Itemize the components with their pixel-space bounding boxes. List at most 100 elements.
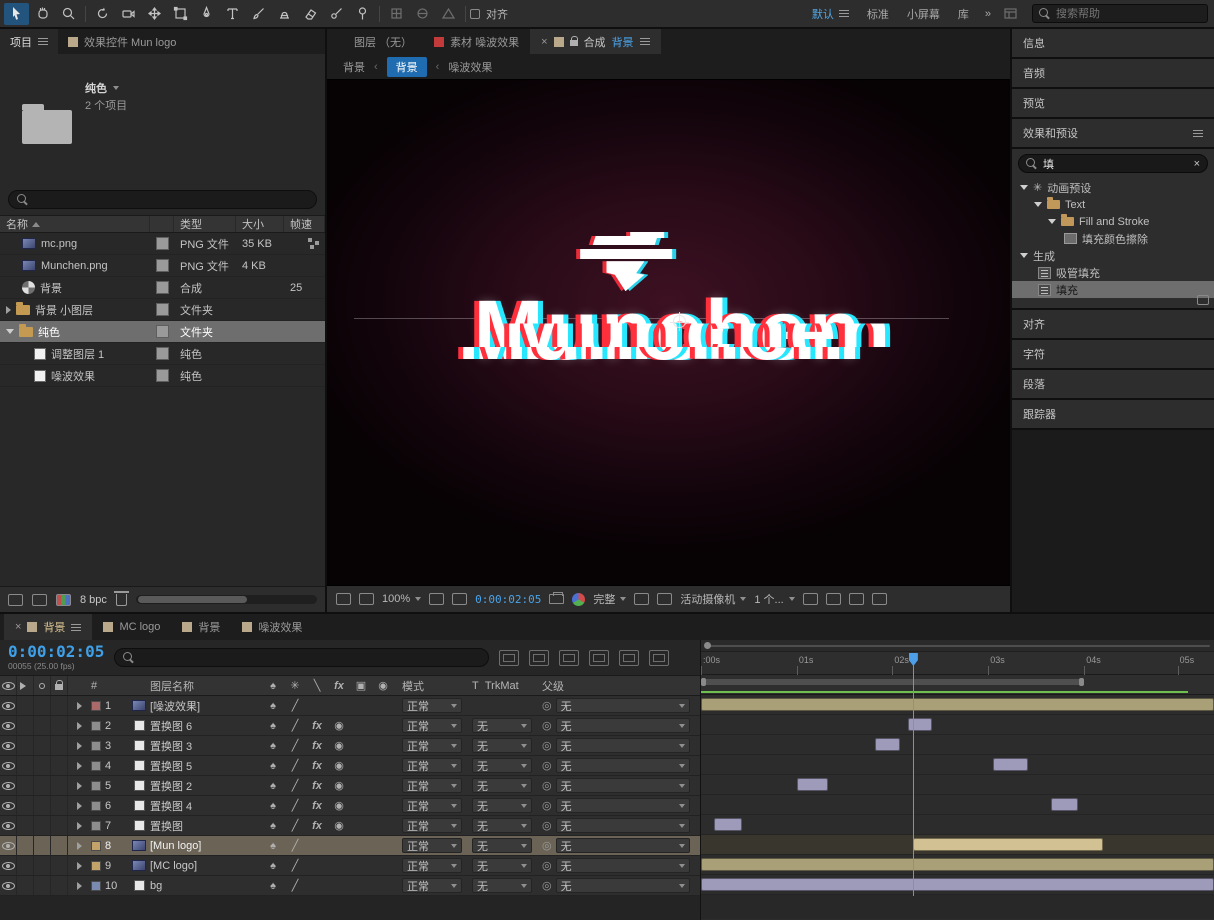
tree-item-text-folder[interactable]: Text [1012,196,1214,213]
pickwhip-icon[interactable]: ◎ [542,719,552,732]
breadcrumb-item[interactable]: 背景 [343,59,365,75]
layer-visibility-toggle[interactable] [0,736,17,755]
layer-visibility-toggle[interactable] [0,796,17,815]
layer-audio-toggle[interactable] [17,816,34,835]
blend-mode-select[interactable]: 正常 [402,838,462,853]
anchor-point-crosshair[interactable] [673,315,686,328]
type-tool-button[interactable] [220,3,245,25]
layer-label-chip[interactable] [91,741,101,751]
quality-switch[interactable]: ╱ [284,879,306,892]
panel-info[interactable]: 信息 [1012,29,1214,57]
column-mode[interactable]: 模式 [402,678,472,694]
layer-solo-toggle[interactable] [34,816,51,835]
snapshot-icon[interactable] [549,594,564,604]
timeline-layer-row[interactable]: 1 [噪波效果] ♠╱ 正常 ◎无 [0,696,700,716]
quality-switch[interactable]: ╱ [284,739,306,752]
active-camera-select[interactable]: 活动摄像机 [680,591,746,607]
project-row[interactable]: 噪波效果 纯色 [0,365,325,387]
layer-expander[interactable] [70,822,88,830]
quality-switch[interactable]: ╱ [284,799,306,812]
snapping-checkbox[interactable] [470,9,480,19]
blend-mode-select[interactable]: 正常 [402,858,462,873]
layer-expander[interactable] [70,802,88,810]
zoom-tool-button[interactable] [56,3,81,25]
fast-previews-icon[interactable] [872,593,887,605]
trkmat-select[interactable]: 无 [472,778,532,793]
layer-duration-bar[interactable] [913,838,1103,851]
always-preview-icon[interactable] [336,593,351,605]
graph-editor-icon[interactable] [649,650,669,666]
color-depth-button[interactable]: 8 bpc [80,594,107,606]
grid-icon[interactable] [826,593,841,605]
motion-blur-switch[interactable]: ◉ [328,759,350,772]
rotation-tool-button[interactable] [90,3,115,25]
trkmat-select[interactable]: 无 [472,798,532,813]
world-axis-mode-icon[interactable] [410,3,435,25]
pickwhip-icon[interactable]: ◎ [542,759,552,772]
panel-paragraph[interactable]: 段落 [1012,370,1214,398]
layer-expander[interactable] [70,782,88,790]
shy-switch[interactable]: ♠ [262,840,284,852]
interpret-footage-icon[interactable] [8,594,23,606]
quality-switch[interactable]: ╱ [284,719,306,732]
comp-mini-flowchart-icon[interactable] [499,650,519,666]
layer-name[interactable]: [噪波效果] [150,698,262,714]
pickwhip-icon[interactable]: ◎ [542,739,552,752]
layer-label-chip[interactable] [91,781,101,791]
label-color-chip[interactable] [156,325,169,338]
project-horizontal-scrollbar[interactable] [136,595,317,604]
workspace-tab-standard[interactable]: 标准 [858,6,898,22]
show-channels-icon[interactable] [572,593,585,606]
new-composition-icon[interactable] [56,594,71,606]
layer-expander[interactable] [70,762,88,770]
label-color-chip[interactable] [156,303,169,316]
quality-switch[interactable]: ╱ [284,779,306,792]
close-icon[interactable]: × [15,621,21,633]
layer-name[interactable]: 置换图 4 [150,798,262,814]
shy-switch[interactable]: ♠ [262,760,284,772]
effects-switch[interactable]: fx [306,760,328,772]
layer-solo-toggle[interactable] [34,756,51,775]
column-header-type[interactable]: 类型 [174,216,236,232]
label-color-chip[interactable] [156,237,169,250]
layer-label-chip[interactable] [91,821,101,831]
blend-mode-select[interactable]: 正常 [402,778,462,793]
timeline-layer-row[interactable]: 5 置换图 2 ♠╱fx◉ 正常 无 ◎无 [0,776,700,796]
layer-label-chip[interactable] [91,841,101,851]
layer-visibility-toggle[interactable] [0,876,17,895]
project-row[interactable]: 调整图层 1 纯色 [0,343,325,365]
tree-item-fill-color-wipe[interactable]: 填充颜色擦除 [1012,230,1214,247]
trkmat-select[interactable]: 无 [472,718,532,733]
layer-visibility-toggle[interactable] [0,836,17,855]
layer-label-chip[interactable] [91,801,101,811]
layer-solo-toggle[interactable] [34,736,51,755]
layer-expander[interactable] [70,702,88,710]
project-search-box[interactable] [8,190,317,209]
tree-item-fill-stroke-folder[interactable]: Fill and Stroke [1012,213,1214,230]
parent-select[interactable]: 无 [556,838,690,853]
layer-name[interactable]: 置换图 5 [150,758,262,774]
layer-name[interactable]: [Mun logo] [150,840,262,852]
local-axis-mode-icon[interactable] [384,3,409,25]
label-color-chip[interactable] [156,347,169,360]
workspace-tab-default[interactable]: 默认 [803,6,858,22]
delete-icon[interactable] [116,594,127,606]
selection-tool-button[interactable] [4,3,29,25]
transparency-grid-icon[interactable] [657,593,672,605]
layer-duration-bar[interactable] [701,878,1214,891]
panel-align[interactable]: 对齐 [1012,310,1214,338]
blend-mode-select[interactable]: 正常 [402,818,462,833]
tree-item-eyedropper-fill[interactable]: 吸管填充 [1012,264,1214,281]
column-header-label[interactable] [150,216,174,232]
pickwhip-icon[interactable]: ◎ [542,859,552,872]
blend-mode-select[interactable]: 正常 [402,718,462,733]
layer-expander[interactable] [70,882,88,890]
layer-label-chip[interactable] [91,701,101,711]
timeline-layer-row[interactable]: 2 置换图 6 ♠╱fx◉ 正常 无 ◎无 [0,716,700,736]
layer-audio-toggle[interactable] [17,696,34,715]
pickwhip-icon[interactable]: ◎ [542,779,552,792]
layer-expander[interactable] [70,722,88,730]
motion-blur-icon[interactable] [619,650,639,666]
layer-solo-toggle[interactable] [34,796,51,815]
label-color-chip[interactable] [156,259,169,272]
